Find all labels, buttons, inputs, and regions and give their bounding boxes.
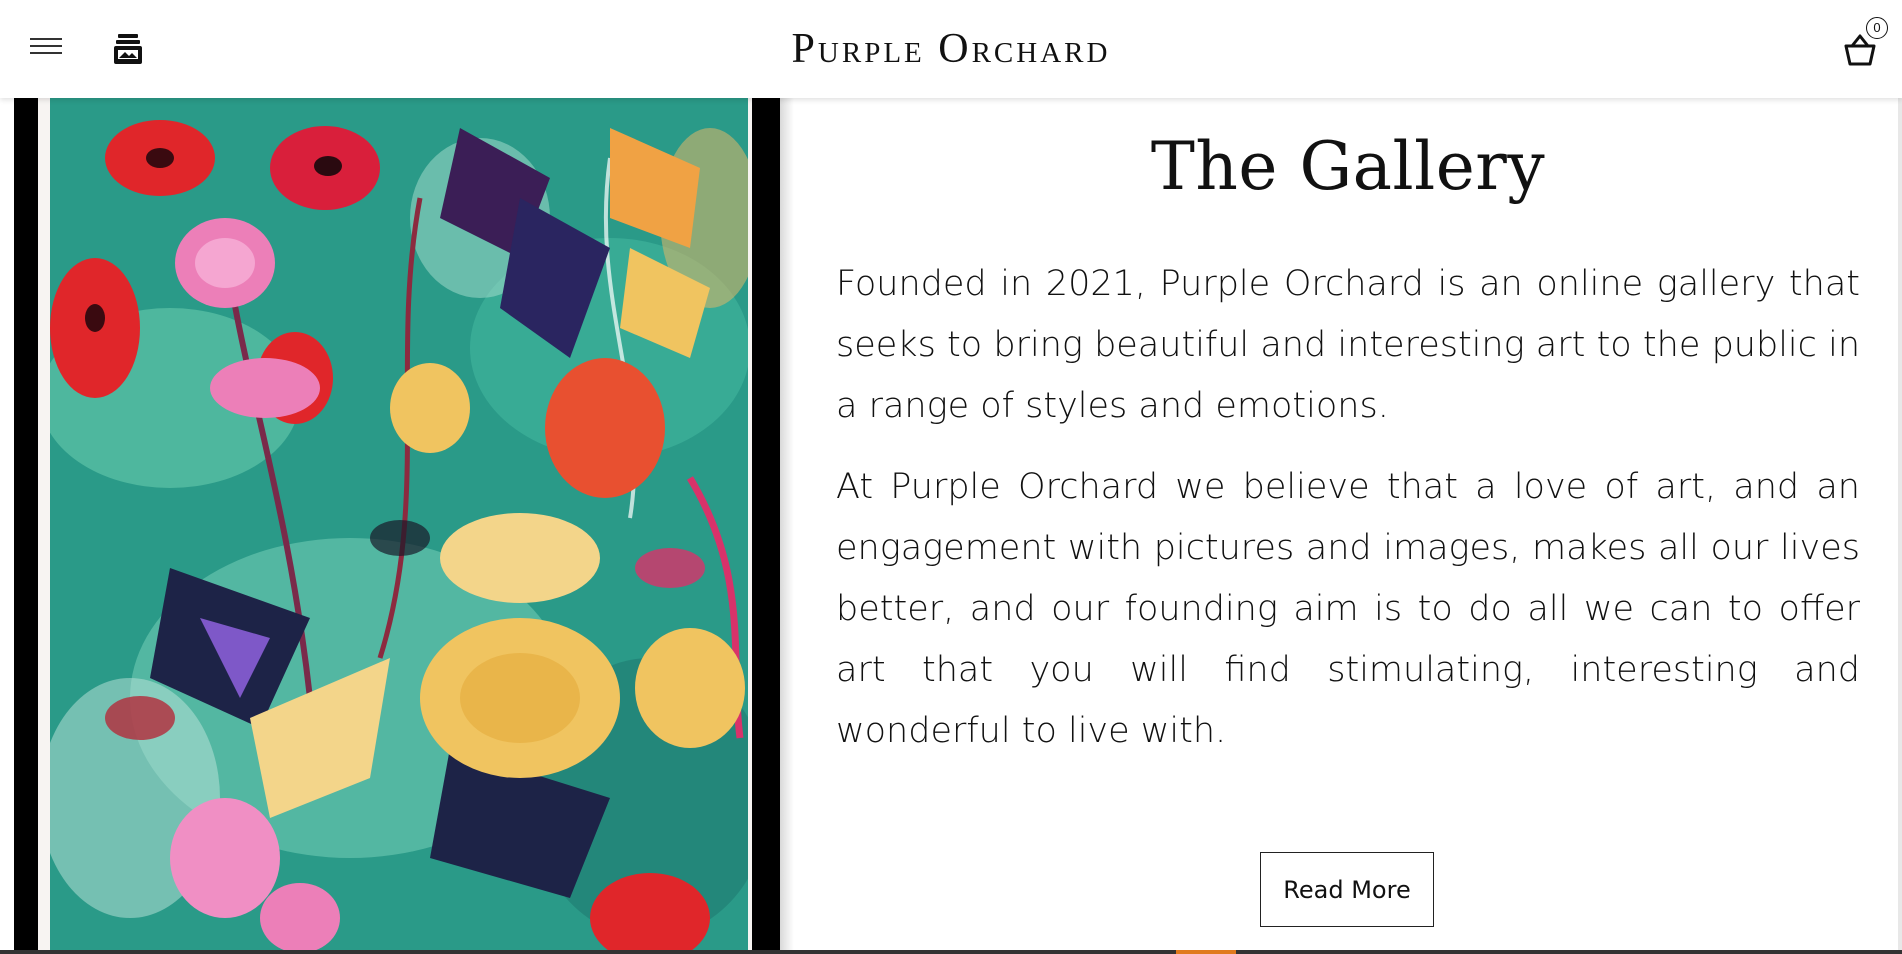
- panel-shadow: [780, 98, 794, 954]
- read-more-button[interactable]: Read More: [1260, 852, 1434, 927]
- gallery-intro: The Gallery Founded in 2021, Purple Orch…: [836, 98, 1860, 954]
- gallery-title: The Gallery: [1150, 128, 1546, 205]
- site-header: Purple Orchard 0: [0, 0, 1902, 98]
- cart-count-badge[interactable]: 0: [1866, 17, 1888, 39]
- page-bottom-divider: [0, 950, 1902, 954]
- brand-logo[interactable]: Purple Orchard: [0, 24, 1902, 74]
- intro-paragraph-2: At Purple Orchard we believe that a love…: [836, 467, 1860, 751]
- scrollbar[interactable]: [1898, 98, 1902, 954]
- scroll-progress-indicator: [1176, 950, 1236, 954]
- featured-artwork-image[interactable]: [50, 98, 748, 954]
- intro-paragraph-1: Founded in 2021, Purple Orchard is an on…: [836, 264, 1860, 426]
